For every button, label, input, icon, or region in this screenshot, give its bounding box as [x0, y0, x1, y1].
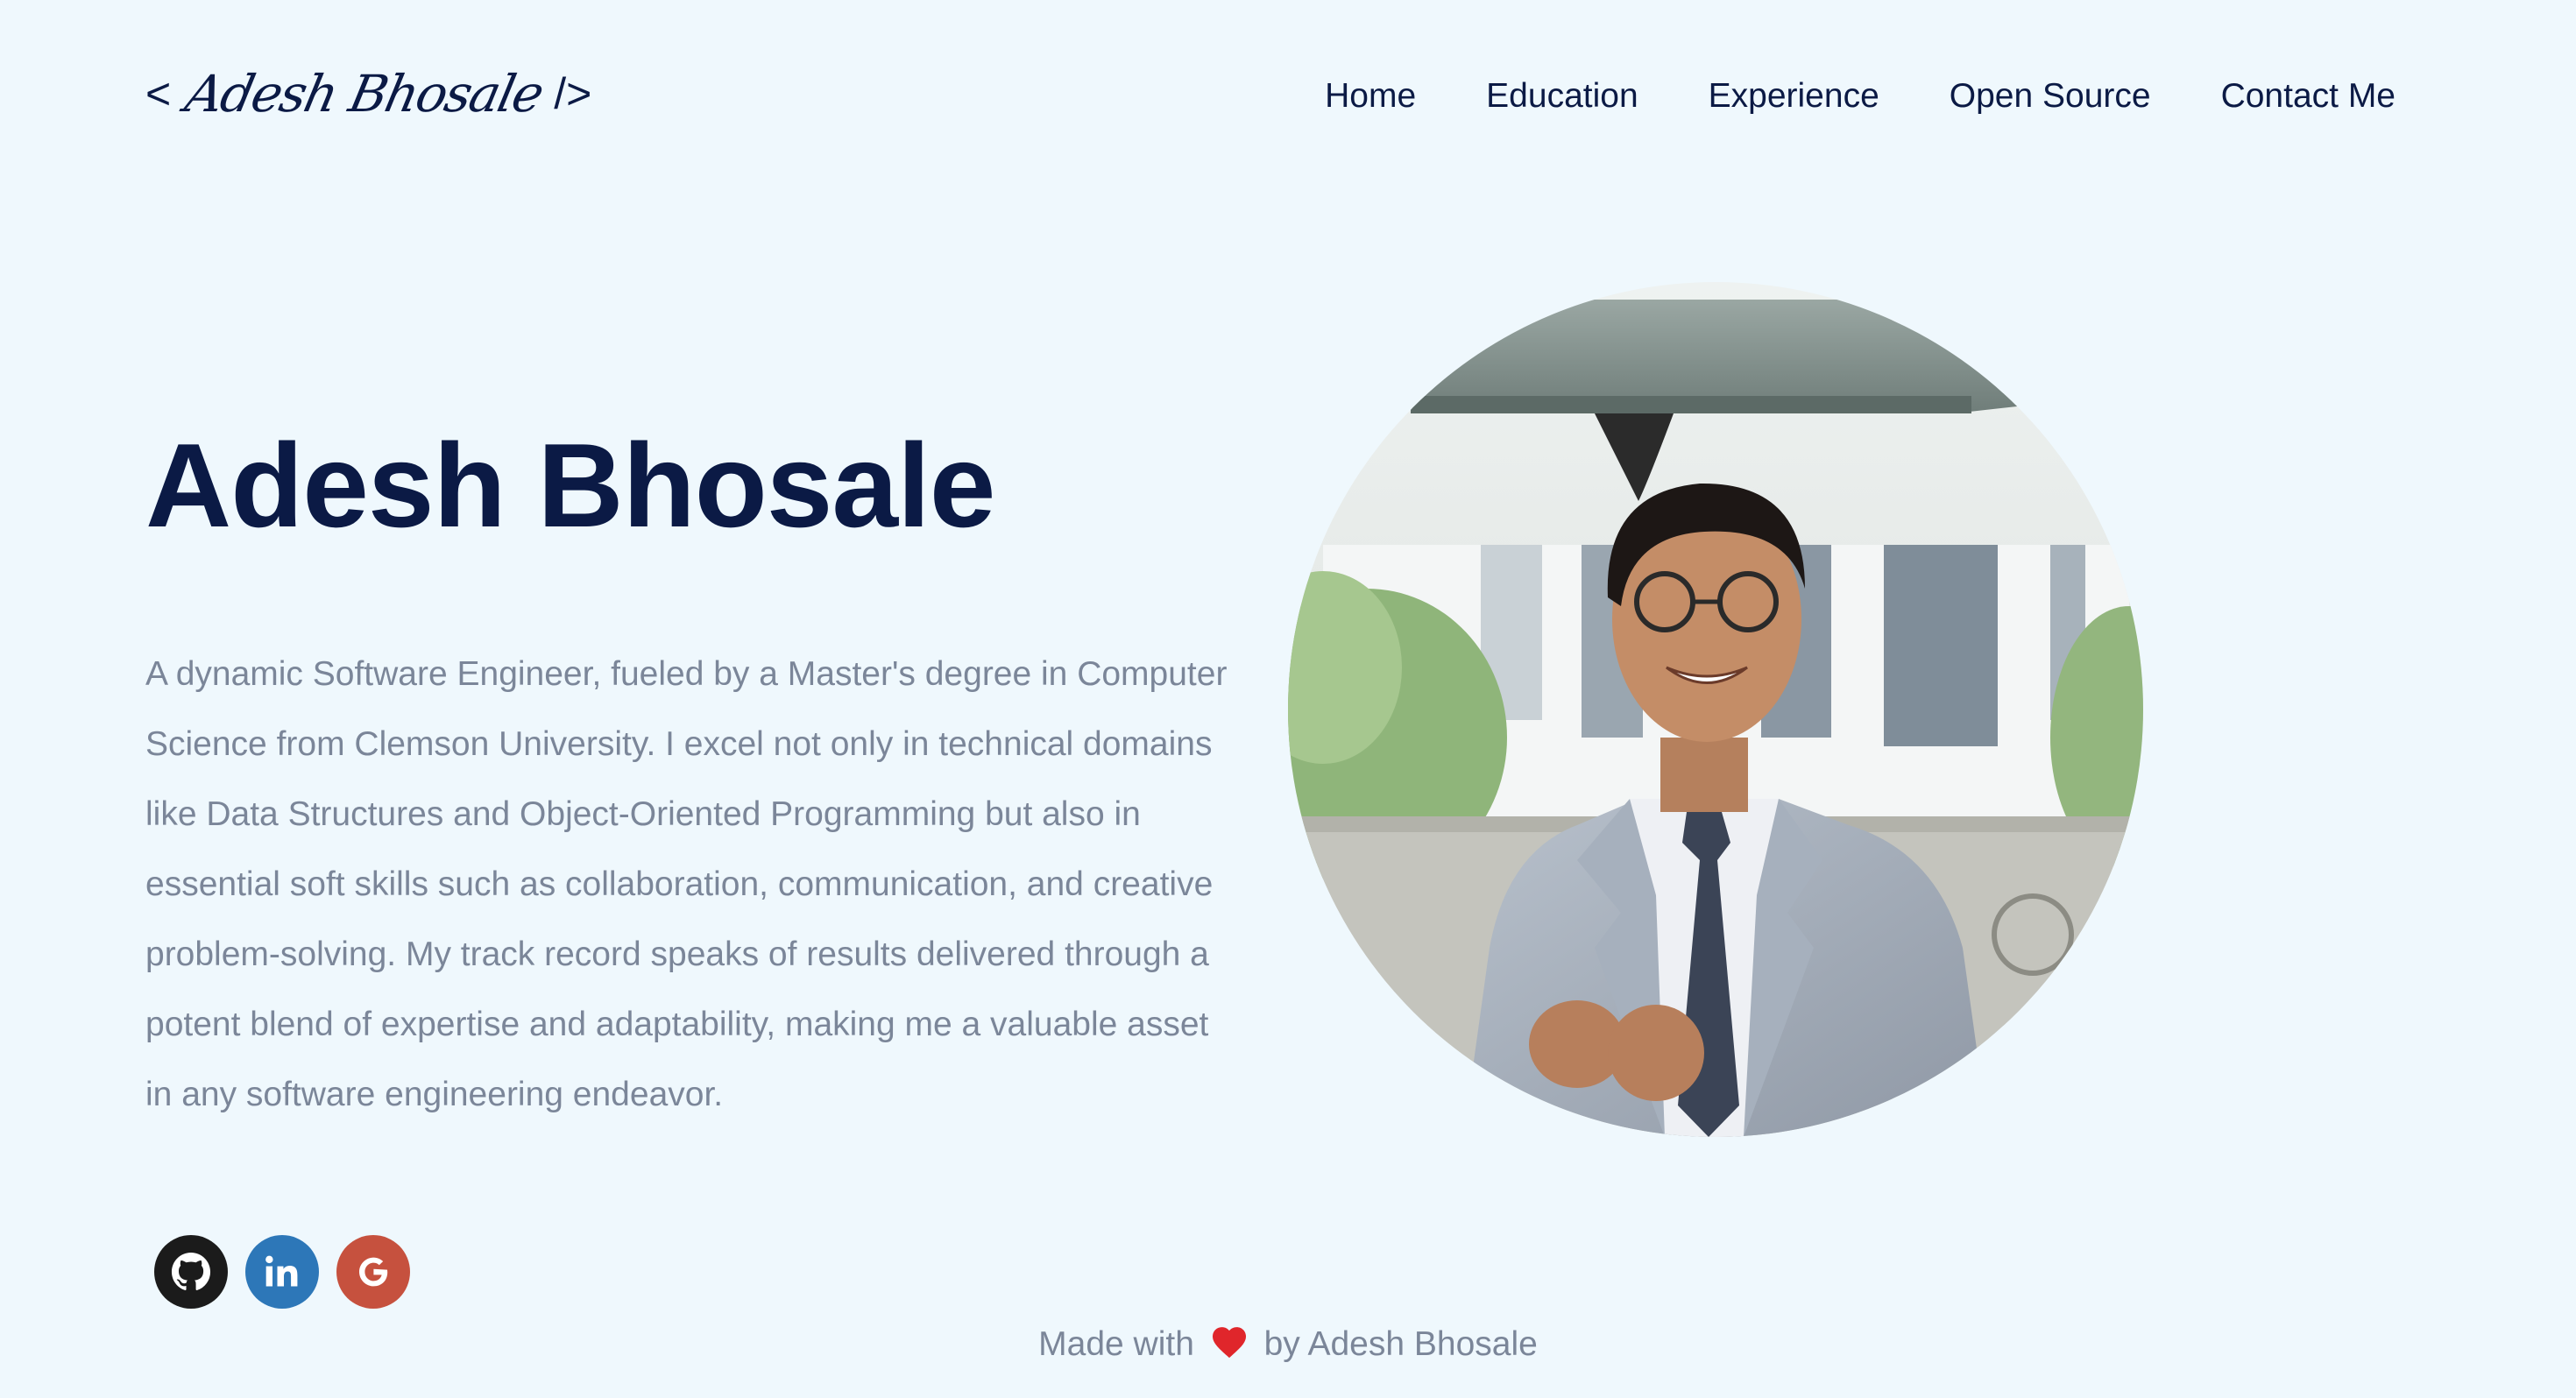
heart-icon	[1211, 1322, 1248, 1374]
linkedin-icon	[263, 1253, 301, 1291]
google-link[interactable]	[336, 1235, 410, 1309]
google-icon	[352, 1251, 394, 1293]
nav-item-education[interactable]: Education	[1451, 68, 1673, 124]
linkedin-link[interactable]	[245, 1235, 319, 1309]
nav-item-contact-me[interactable]: Contact Me	[2186, 68, 2396, 124]
logo[interactable]: < Adesh Bhosale />	[145, 46, 591, 142]
footer: Made with by Adesh Bhosale	[0, 1318, 2576, 1374]
profile-photo	[1288, 282, 2143, 1137]
github-icon	[171, 1252, 211, 1292]
main-nav: Home Education Experience Open Source Co…	[1290, 68, 2396, 124]
nav-item-open-source[interactable]: Open Source	[1914, 68, 2186, 124]
social-links	[154, 1235, 410, 1309]
github-link[interactable]	[154, 1235, 228, 1309]
footer-suffix: by Adesh Bhosale	[1263, 1325, 1538, 1363]
nav-item-home[interactable]: Home	[1290, 68, 1451, 124]
logo-close-bracket: />	[554, 69, 592, 118]
hero-bio: A dynamic Software Engineer, fueled by a…	[145, 655, 1228, 1113]
logo-open-bracket: <	[145, 69, 172, 118]
nav-item-experience[interactable]: Experience	[1674, 68, 1914, 124]
logo-signature: Adesh Bhosale	[180, 64, 548, 124]
hero-name: Adesh Bhosale	[145, 419, 995, 552]
footer-prefix: Made with	[1038, 1325, 1194, 1363]
